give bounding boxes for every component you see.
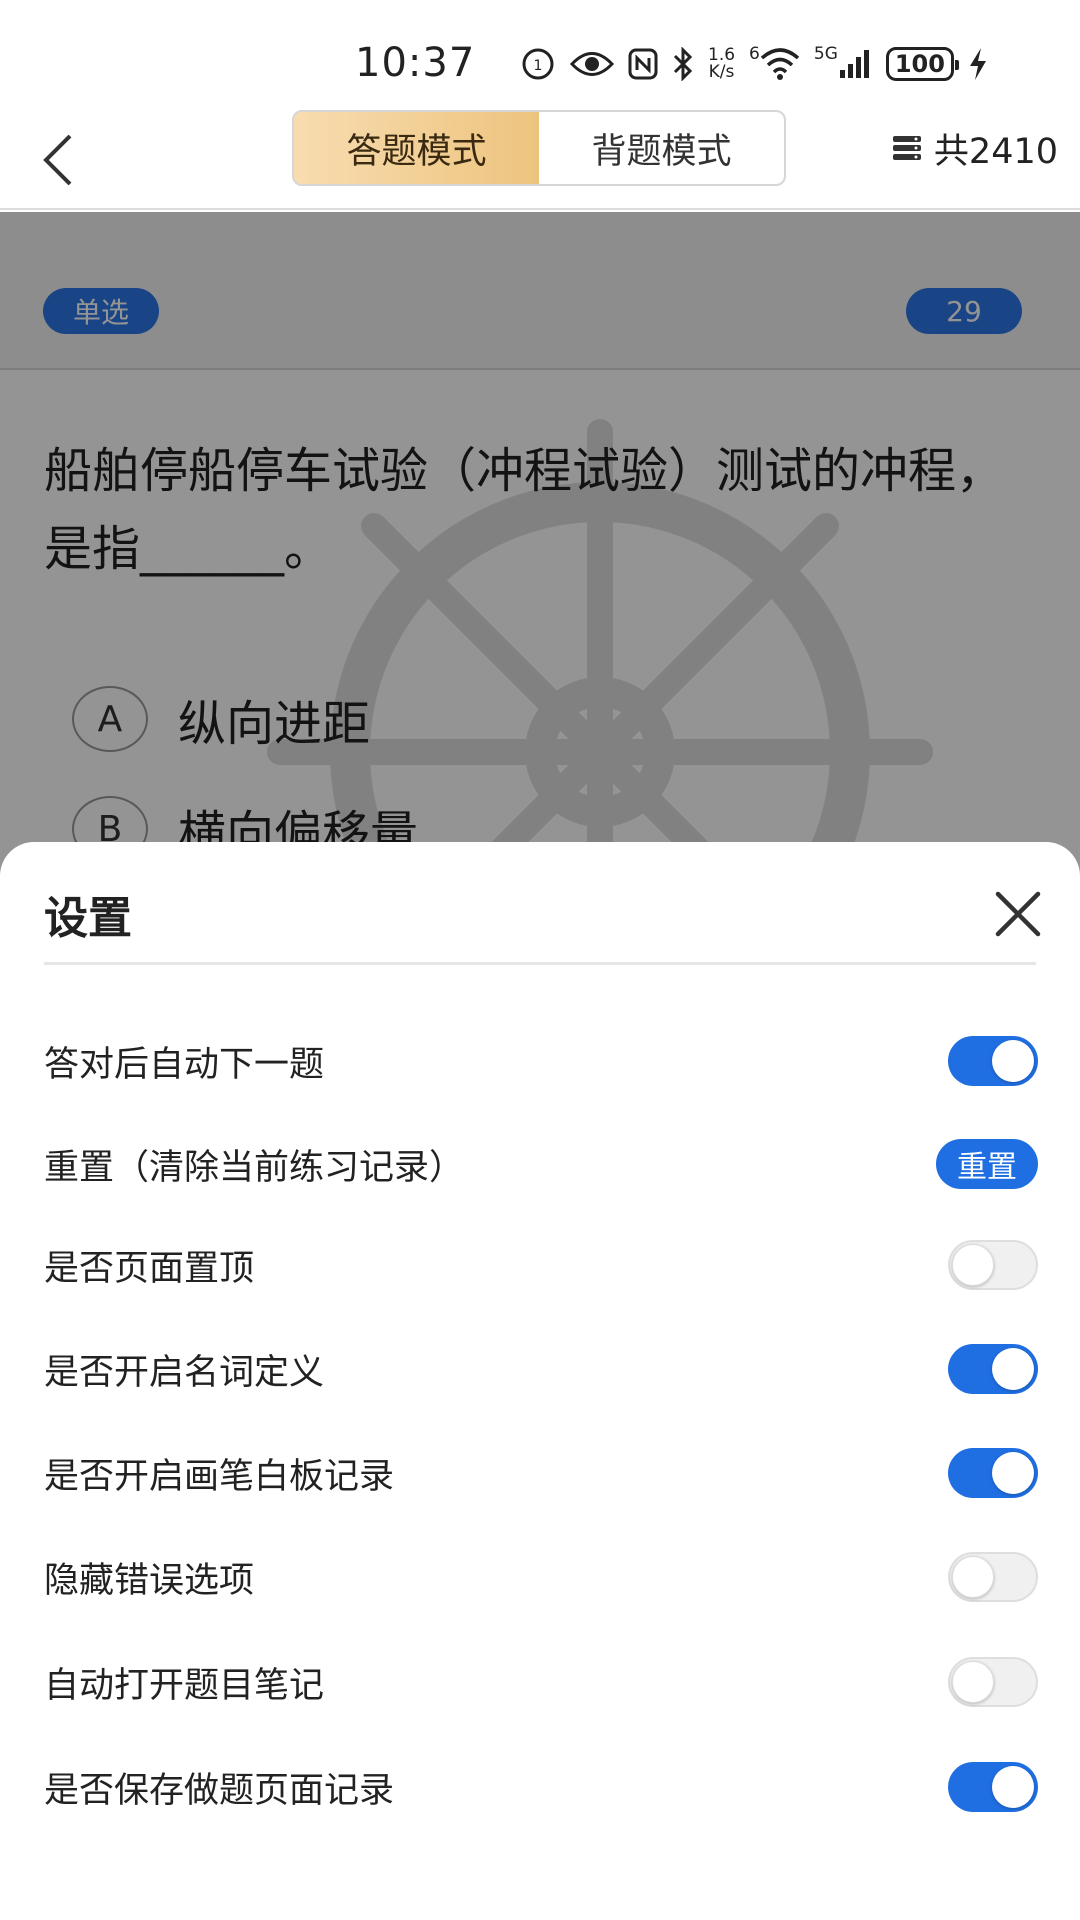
status-time: 10:37 [355, 40, 476, 86]
setting-auto-notes: 自动打开题目笔记 [44, 1647, 1038, 1717]
nfc-icon [628, 46, 658, 82]
hd-call-icon: 1 [520, 46, 556, 82]
setting-label: 重置（清除当前练习记录） [44, 1147, 465, 1188]
setting-label: 答对后自动下一题 [44, 1044, 325, 1085]
status-icons: 1 1.6 K/s 6 5G 100 [520, 44, 988, 84]
setting-label: 是否开启画笔白板记录 [44, 1456, 395, 1497]
setting-label: 是否开启名词定义 [44, 1352, 325, 1393]
charging-icon [968, 46, 988, 82]
toggle-auto-next[interactable] [948, 1036, 1038, 1086]
setting-reset: 重置（清除当前练习记录） 重置 [44, 1129, 1038, 1199]
top-app-bar: 答题模式 背题模式 共2410 [0, 110, 1080, 210]
setting-pin-top: 是否页面置顶 [44, 1230, 1038, 1300]
setting-label: 是否页面置顶 [44, 1248, 255, 1289]
cellular-signal-icon: 5G [814, 46, 872, 82]
battery-icon: 100 [885, 46, 959, 82]
reset-button[interactable]: 重置 [936, 1139, 1038, 1189]
eye-icon [570, 46, 614, 82]
toggle-whiteboard[interactable] [948, 1448, 1038, 1498]
settings-sheet: 设置 答对后自动下一题 重置（清除当前练习记录） 重置 是否页面置顶 是否开启名… [0, 842, 1080, 1920]
divider [44, 962, 1036, 965]
total-count: 共2410 [933, 131, 1058, 172]
bluetooth-icon [672, 46, 694, 82]
status-bar: 10:37 1 1.6 K/s 6 5G 100 [0, 0, 1080, 110]
close-icon[interactable] [992, 888, 1044, 940]
chevron-left-icon [43, 134, 72, 186]
list-icon [892, 136, 921, 160]
setting-hide-wrong: 隐藏错误选项 [44, 1542, 1038, 1612]
setting-label: 是否保存做题页面记录 [44, 1770, 395, 1811]
toggle-save-record[interactable] [948, 1762, 1038, 1812]
setting-term-definition: 是否开启名词定义 [44, 1334, 1038, 1404]
setting-label: 隐藏错误选项 [44, 1560, 255, 1601]
setting-label: 自动打开题目笔记 [44, 1665, 325, 1706]
wifi-icon: 6 [749, 46, 800, 82]
toggle-hide-wrong[interactable] [948, 1552, 1038, 1602]
tab-answer-mode[interactable]: 答题模式 [294, 112, 539, 184]
setting-auto-next: 答对后自动下一题 [44, 1026, 1038, 1096]
net-speed-indicator: 1.6 K/s [708, 45, 736, 82]
question-list-button[interactable]: 共2410 [892, 124, 1058, 172]
setting-whiteboard: 是否开启画笔白板记录 [44, 1438, 1038, 1508]
toggle-pin-top[interactable] [948, 1240, 1038, 1290]
mode-toggle: 答题模式 背题模式 [292, 110, 786, 186]
back-button[interactable] [28, 128, 88, 192]
toggle-auto-notes[interactable] [948, 1657, 1038, 1707]
setting-save-record: 是否保存做题页面记录 [44, 1752, 1038, 1822]
toggle-term-definition[interactable] [948, 1344, 1038, 1394]
svg-text:1: 1 [534, 58, 543, 74]
sheet-title: 设置 [44, 893, 132, 944]
tab-recite-mode[interactable]: 背题模式 [539, 112, 784, 184]
